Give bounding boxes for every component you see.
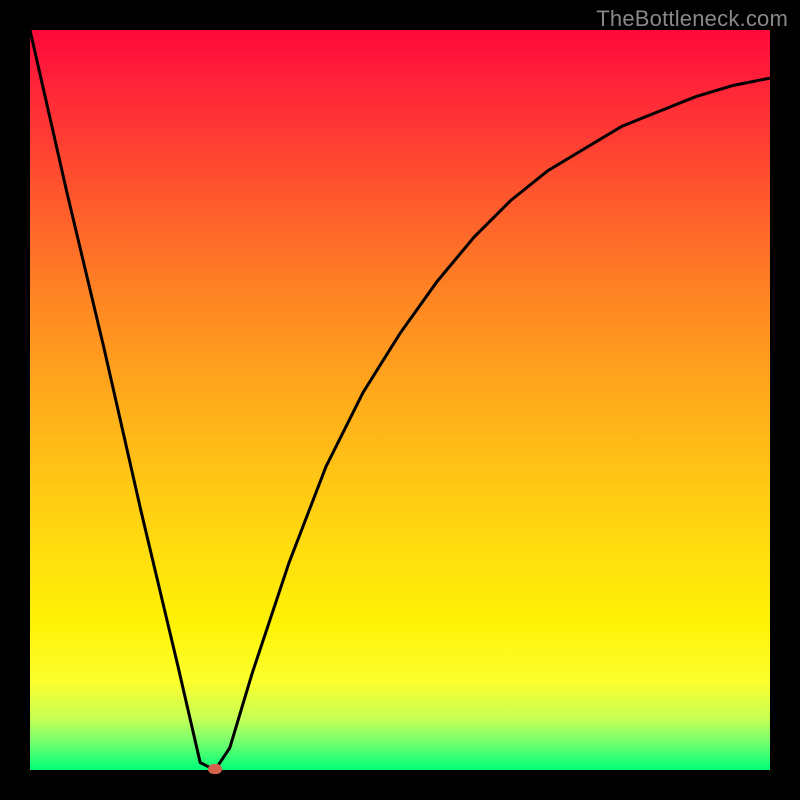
bottleneck-curve — [30, 30, 770, 770]
optimal-marker-icon — [208, 764, 222, 774]
curve-path — [30, 30, 770, 770]
plot-area — [30, 30, 770, 770]
watermark-text: TheBottleneck.com — [596, 6, 788, 32]
